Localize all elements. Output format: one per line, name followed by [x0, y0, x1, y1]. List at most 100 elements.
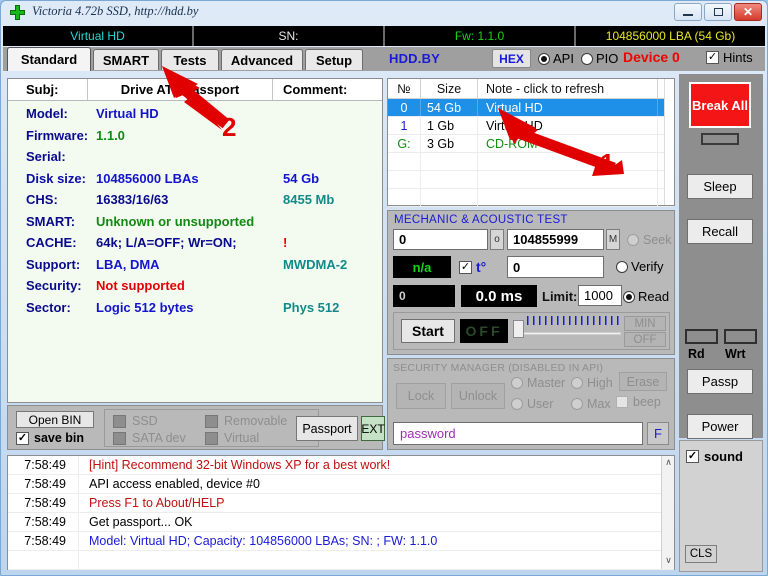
max-radio[interactable]: Max: [571, 397, 611, 411]
pio-radio[interactable]: PIO: [581, 51, 618, 66]
hex-button[interactable]: HEX: [492, 49, 531, 68]
row-value: Virtual HD: [96, 106, 159, 122]
high-radio-label: High: [587, 376, 613, 390]
acoustic-slider-knob[interactable]: [513, 320, 524, 338]
unlock-button[interactable]: Unlock: [451, 383, 505, 409]
master-radio[interactable]: Master: [511, 376, 565, 390]
beep-checkbox[interactable]: beep: [616, 395, 661, 409]
sleep-button[interactable]: Sleep: [687, 174, 753, 199]
start-lba-unit[interactable]: o: [490, 229, 504, 250]
wrt-led: [724, 329, 757, 344]
seek-radio-dot: [627, 234, 639, 246]
info-model: Virtual HD: [3, 26, 194, 46]
acoustic-off-button[interactable]: OFF: [624, 332, 666, 347]
lock-button[interactable]: Lock: [396, 383, 446, 409]
passport-rows: Model: Virtual HD Firmware: 1.1.0 Serial…: [8, 103, 382, 318]
log-scroll-up-arrow[interactable]: ∧: [662, 456, 675, 469]
high-radio[interactable]: High: [571, 376, 613, 390]
drive-row-no: G:: [388, 135, 421, 152]
title-bar: Victoria 4.72b SSD, http://hdd.by ✕: [0, 0, 766, 24]
close-button[interactable]: ✕: [734, 3, 762, 21]
end-lba-input[interactable]: 104855999: [507, 229, 604, 250]
log-time: 7:58:49: [24, 477, 66, 491]
cls-button[interactable]: CLS: [685, 545, 717, 563]
drive-list-row[interactable]: 1 1 Gb Virtual HD: [388, 117, 674, 135]
block-size-input[interactable]: 0: [507, 256, 604, 278]
tab-advanced[interactable]: Advanced: [221, 49, 303, 70]
log-panel: 7:58:49 [Hint] Recommend 32-bit Windows …: [7, 455, 675, 570]
log-scroll-down-arrow[interactable]: ∨: [662, 554, 675, 567]
row-key: Security:: [26, 278, 82, 294]
log-message: [Hint] Recommend 32-bit Windows XP for a…: [78, 456, 674, 474]
security-panel-title: SECURITY MANAGER (DISABLED IN API): [393, 362, 604, 374]
maximize-button[interactable]: [704, 3, 732, 21]
api-radio[interactable]: API: [538, 51, 574, 66]
min-button[interactable]: MIN: [624, 316, 666, 331]
password-input[interactable]: password: [393, 422, 643, 445]
tab-bar: Standard SMART Tests Advanced Setup HDD.…: [3, 47, 765, 71]
flag-virtual-label: Virtual: [224, 431, 260, 445]
row-value: 16383/16/63: [96, 192, 169, 208]
ext-button[interactable]: EXT: [361, 416, 385, 441]
limit-input[interactable]: 1000: [578, 285, 622, 306]
row-key: Support:: [26, 256, 81, 272]
break-all-button[interactable]: Break All: [689, 82, 751, 128]
master-radio-dot: [511, 377, 523, 389]
tab-smart[interactable]: SMART: [93, 49, 159, 70]
minimize-button[interactable]: [674, 3, 702, 21]
window-controls: ✕: [674, 3, 762, 21]
hints-checkbox[interactable]: ✓ Hints: [706, 50, 753, 65]
sound-panel: ✓ sound CLS: [679, 440, 763, 572]
save-bin-checkbox[interactable]: ✓ save bin: [16, 431, 84, 445]
drive-passport-panel: Subj: Drive ATA passport Comment: Model:…: [7, 78, 383, 403]
start-button[interactable]: Start: [401, 319, 455, 343]
drive-list-row[interactable]: G: 3 Gb CD-ROM: [388, 135, 674, 153]
sound-checkbox[interactable]: ✓ sound: [686, 449, 743, 464]
drive-row-no: 0: [388, 99, 421, 116]
row-comment: Phys 512: [283, 299, 340, 315]
row-key: Firmware:: [26, 127, 89, 143]
row-comment: 8455 Mb: [283, 192, 335, 208]
open-bin-button[interactable]: Open BIN: [16, 411, 94, 428]
verify-radio[interactable]: Verify: [616, 259, 664, 274]
log-scrollbar[interactable]: ∧ ∨: [661, 456, 674, 569]
recall-button[interactable]: Recall: [687, 219, 753, 244]
temperature-checkbox[interactable]: ✓ t°: [459, 259, 486, 275]
passp-button[interactable]: Passp: [687, 369, 753, 394]
user-radio[interactable]: User: [511, 397, 553, 411]
start-lba-input[interactable]: 0: [393, 229, 488, 250]
info-firmware: Fw: 1.1.0: [385, 26, 576, 46]
mechanic-panel-title: MECHANIC & ACOUSTIC TEST: [394, 214, 568, 226]
drive-row-note: Virtual HD: [478, 99, 658, 116]
passport-button[interactable]: Passport: [296, 416, 358, 441]
drive-list-selected-row[interactable]: 0 54 Gb Virtual HD: [388, 99, 674, 117]
passport-header-subj: Subj:: [8, 79, 88, 100]
info-capacity: 104856000 LBA (54 Gb): [605, 29, 736, 43]
read-radio[interactable]: Read: [623, 289, 669, 304]
time-display: 0.0 ms: [461, 285, 537, 307]
acoustic-slider[interactable]: [513, 316, 628, 346]
tab-standard[interactable]: Standard: [7, 47, 91, 71]
read-radio-label: Read: [638, 289, 670, 304]
password-f-button[interactable]: F: [647, 422, 669, 445]
temperature-label: t°: [476, 259, 487, 275]
erase-button[interactable]: Erase: [619, 372, 667, 391]
tab-tests[interactable]: Tests: [161, 49, 219, 70]
passport-row-model: Model: Virtual HD: [8, 103, 382, 125]
hddby-link[interactable]: HDD.BY: [389, 51, 440, 66]
tab-setup[interactable]: Setup: [305, 49, 363, 70]
row-value: Not supported: [96, 278, 185, 294]
drive-list-scrollbar[interactable]: [664, 79, 674, 205]
drive-row-size: 1 Gb: [421, 117, 478, 134]
seek-radio[interactable]: Seek: [627, 233, 672, 247]
temperature-display: n/a: [393, 256, 451, 278]
green-cross-icon: [10, 5, 25, 20]
verify-radio-label: Verify: [631, 259, 664, 274]
action-sidebar: Break All Sleep Recall Rd Wrt Passp Powe…: [679, 74, 763, 439]
end-lba-unit[interactable]: M: [606, 229, 620, 250]
hints-label: Hints: [723, 50, 753, 65]
mechanic-acoustic-test-panel: MECHANIC & ACOUSTIC TEST 0 o 104855999 M…: [387, 210, 675, 355]
drive-list[interactable]: № Size Note - click to refresh 0 54 Gb V…: [387, 78, 675, 207]
hints-checkbox-box: ✓: [706, 51, 719, 64]
power-button[interactable]: Power: [687, 414, 753, 439]
